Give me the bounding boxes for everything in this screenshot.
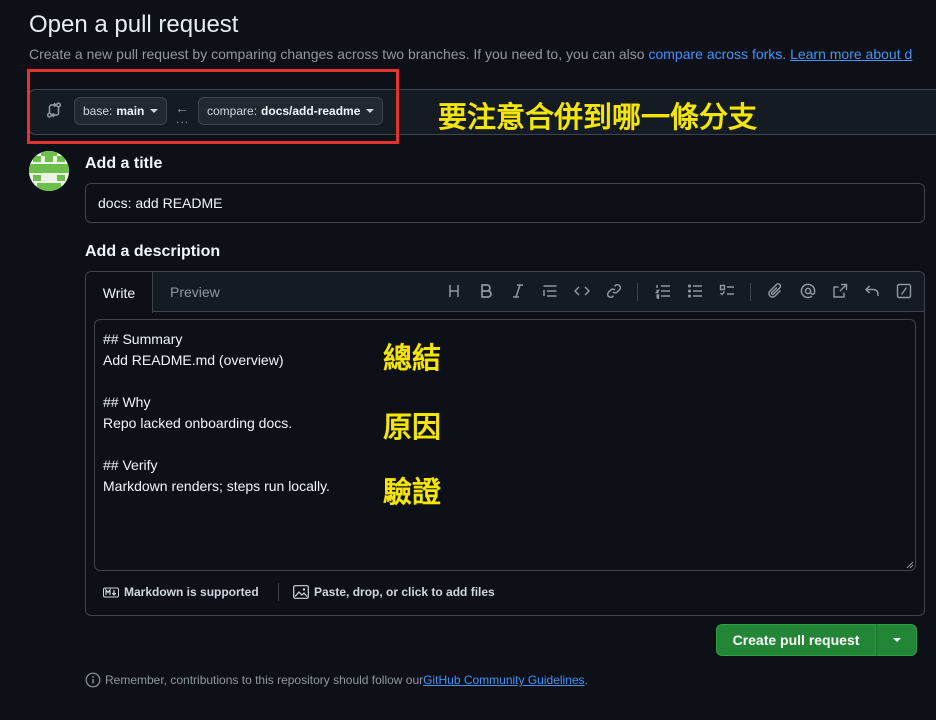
- markdown-icon: [103, 587, 119, 597]
- body-line: ## Verify: [103, 457, 158, 473]
- identicon-icon: [29, 151, 69, 191]
- link-icon[interactable]: [606, 283, 622, 299]
- info-icon: [85, 672, 101, 688]
- annotation-highlight-box: [27, 69, 399, 144]
- reference-icon[interactable]: [832, 283, 848, 299]
- heading-icon[interactable]: [446, 283, 462, 299]
- chevron-down-icon: [892, 638, 901, 642]
- create-options-dropdown[interactable]: [876, 624, 917, 656]
- body-line: ## Summary: [103, 331, 183, 347]
- footer-divider: [278, 583, 279, 601]
- compare-forks-link[interactable]: compare across forks: [648, 46, 782, 62]
- unordered-list-icon[interactable]: [687, 283, 703, 299]
- title-input[interactable]: docs: add README: [85, 183, 925, 223]
- toolbar-divider: [637, 283, 638, 301]
- italic-icon[interactable]: [510, 283, 526, 299]
- body-line: Markdown renders; steps run locally.: [103, 478, 330, 494]
- slash-command-icon[interactable]: [896, 283, 912, 299]
- learn-more-link[interactable]: Learn more about d: [790, 46, 912, 62]
- body-line: Repo lacked onboarding docs.: [103, 415, 293, 431]
- annotation-summary-note: 總結: [383, 341, 442, 375]
- ordered-list-icon[interactable]: [655, 283, 671, 299]
- subtitle-text: Create a new pull request by comparing c…: [29, 46, 649, 62]
- remember-period: .: [584, 673, 588, 687]
- undo-icon[interactable]: [864, 283, 880, 299]
- subtitle-period: .: [782, 46, 791, 62]
- contribution-reminder: Remember, contributions to this reposito…: [85, 672, 588, 688]
- title-input-value: docs: add README: [98, 195, 223, 211]
- toolbar-divider: [750, 283, 751, 301]
- body-line: Add README.md (overview): [103, 352, 284, 368]
- quote-icon[interactable]: [542, 283, 558, 299]
- attach-files-button[interactable]: Paste, drop, or click to add files: [293, 585, 495, 599]
- annotation-why-note: 原因: [383, 410, 442, 444]
- tab-write[interactable]: Write: [86, 272, 153, 313]
- annotation-verify-note: 驗證: [383, 475, 442, 509]
- attach-icon[interactable]: [768, 283, 784, 299]
- tab-preview[interactable]: Preview: [170, 284, 220, 300]
- page-subtitle: Create a new pull request by comparing c…: [29, 46, 936, 62]
- markdown-supported-link[interactable]: Markdown is supported: [103, 585, 259, 599]
- avatar: [29, 151, 69, 191]
- community-guidelines-link[interactable]: GitHub Community Guidelines: [423, 673, 584, 687]
- code-icon[interactable]: [574, 283, 590, 299]
- attach-files-text: Paste, drop, or click to add files: [314, 585, 495, 599]
- task-list-icon[interactable]: [719, 283, 735, 299]
- page-title: Open a pull request: [29, 11, 239, 38]
- annotation-merge-note: 要注意合併到哪一條分支: [438, 100, 758, 134]
- resize-handle-icon[interactable]: [906, 561, 914, 569]
- markdown-supported-text: Markdown is supported: [124, 585, 259, 599]
- image-icon: [293, 585, 309, 599]
- description-label: Add a description: [85, 243, 221, 260]
- bold-icon[interactable]: [478, 283, 494, 299]
- remember-text: Remember, contributions to this reposito…: [105, 673, 424, 687]
- body-line: ## Why: [103, 394, 151, 410]
- create-pull-request-button[interactable]: Create pull request: [716, 624, 876, 656]
- mention-icon[interactable]: [800, 283, 816, 299]
- title-label: Add a title: [85, 155, 163, 172]
